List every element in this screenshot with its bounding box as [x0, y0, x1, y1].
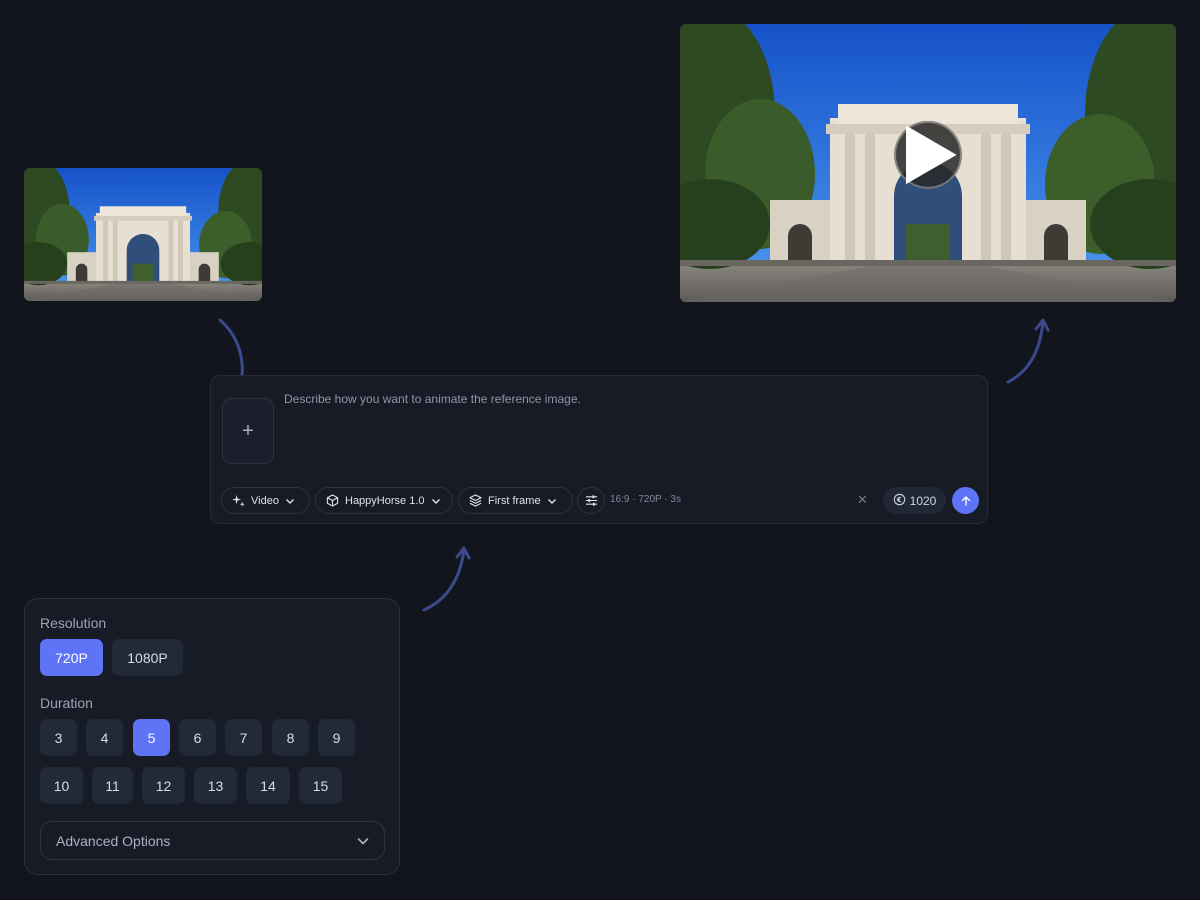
frame-dropdown[interactable]: First frame — [458, 487, 573, 514]
duration-option[interactable]: 3 — [40, 719, 77, 756]
duration-option[interactable]: 5 — [133, 719, 170, 756]
play-button[interactable] — [894, 120, 962, 189]
duration-option[interactable]: 7 — [225, 719, 262, 756]
sparkles-icon — [232, 494, 245, 507]
cube-icon — [326, 494, 339, 507]
credits-value: 1020 — [909, 493, 937, 508]
plus-icon: + — [242, 419, 254, 442]
duration-option[interactable]: 12 — [142, 767, 185, 804]
prompt-panel: + Video HappyHorse 1.0 First fra — [210, 375, 988, 524]
advanced-options-toggle[interactable]: Advanced Options — [40, 821, 385, 860]
chevron-down-icon — [357, 837, 369, 844]
duration-option[interactable]: 8 — [272, 719, 309, 756]
clear-button[interactable]: ✕ — [857, 492, 868, 508]
generation-summary: 16:9 · 720P · 3s — [610, 494, 681, 505]
chevron-down-icon — [431, 496, 441, 506]
resolution-option[interactable]: 720P — [40, 639, 103, 676]
duration-option[interactable]: 15 — [299, 767, 342, 804]
resolution-label: Resolution — [40, 615, 107, 631]
model-label: HappyHorse 1.0 — [345, 494, 425, 507]
add-reference-button[interactable]: + — [222, 398, 274, 464]
sliders-icon — [585, 494, 598, 507]
settings-button[interactable] — [577, 487, 605, 514]
prompt-toolbar: Video HappyHorse 1.0 First frame 16:9 · … — [221, 487, 979, 515]
duration-option[interactable]: 10 — [40, 767, 83, 804]
generated-video-preview[interactable] — [680, 24, 1176, 302]
duration-option[interactable]: 11 — [92, 767, 133, 804]
chevron-down-icon — [547, 496, 557, 506]
mode-dropdown[interactable]: Video — [221, 487, 310, 514]
coin-icon — [893, 493, 906, 509]
reference-image — [24, 168, 262, 301]
chevron-down-icon — [285, 496, 295, 506]
flow-arrow-up — [422, 546, 471, 612]
settings-panel: Resolution 720P 1080P Duration 3 4 5 6 7… — [24, 598, 400, 875]
prompt-input[interactable] — [282, 390, 976, 474]
duration-option[interactable]: 4 — [86, 719, 123, 756]
duration-option[interactable]: 9 — [318, 719, 355, 756]
duration-option[interactable]: 14 — [246, 767, 290, 804]
model-dropdown[interactable]: HappyHorse 1.0 — [315, 487, 453, 514]
mode-label: Video — [251, 494, 279, 507]
layers-icon — [469, 494, 482, 507]
flow-arrow-up-right — [1006, 318, 1050, 384]
arrow-up-icon — [961, 495, 970, 506]
frame-label: First frame — [488, 494, 541, 507]
submit-button[interactable] — [952, 487, 979, 514]
duration-label: Duration — [40, 695, 93, 711]
play-icon — [906, 125, 957, 185]
credits-badge: 1020 — [883, 487, 946, 514]
resolution-option[interactable]: 1080P — [112, 639, 183, 676]
advanced-options-label: Advanced Options — [56, 832, 171, 849]
duration-option[interactable]: 13 — [194, 767, 237, 804]
duration-option[interactable]: 6 — [179, 719, 216, 756]
